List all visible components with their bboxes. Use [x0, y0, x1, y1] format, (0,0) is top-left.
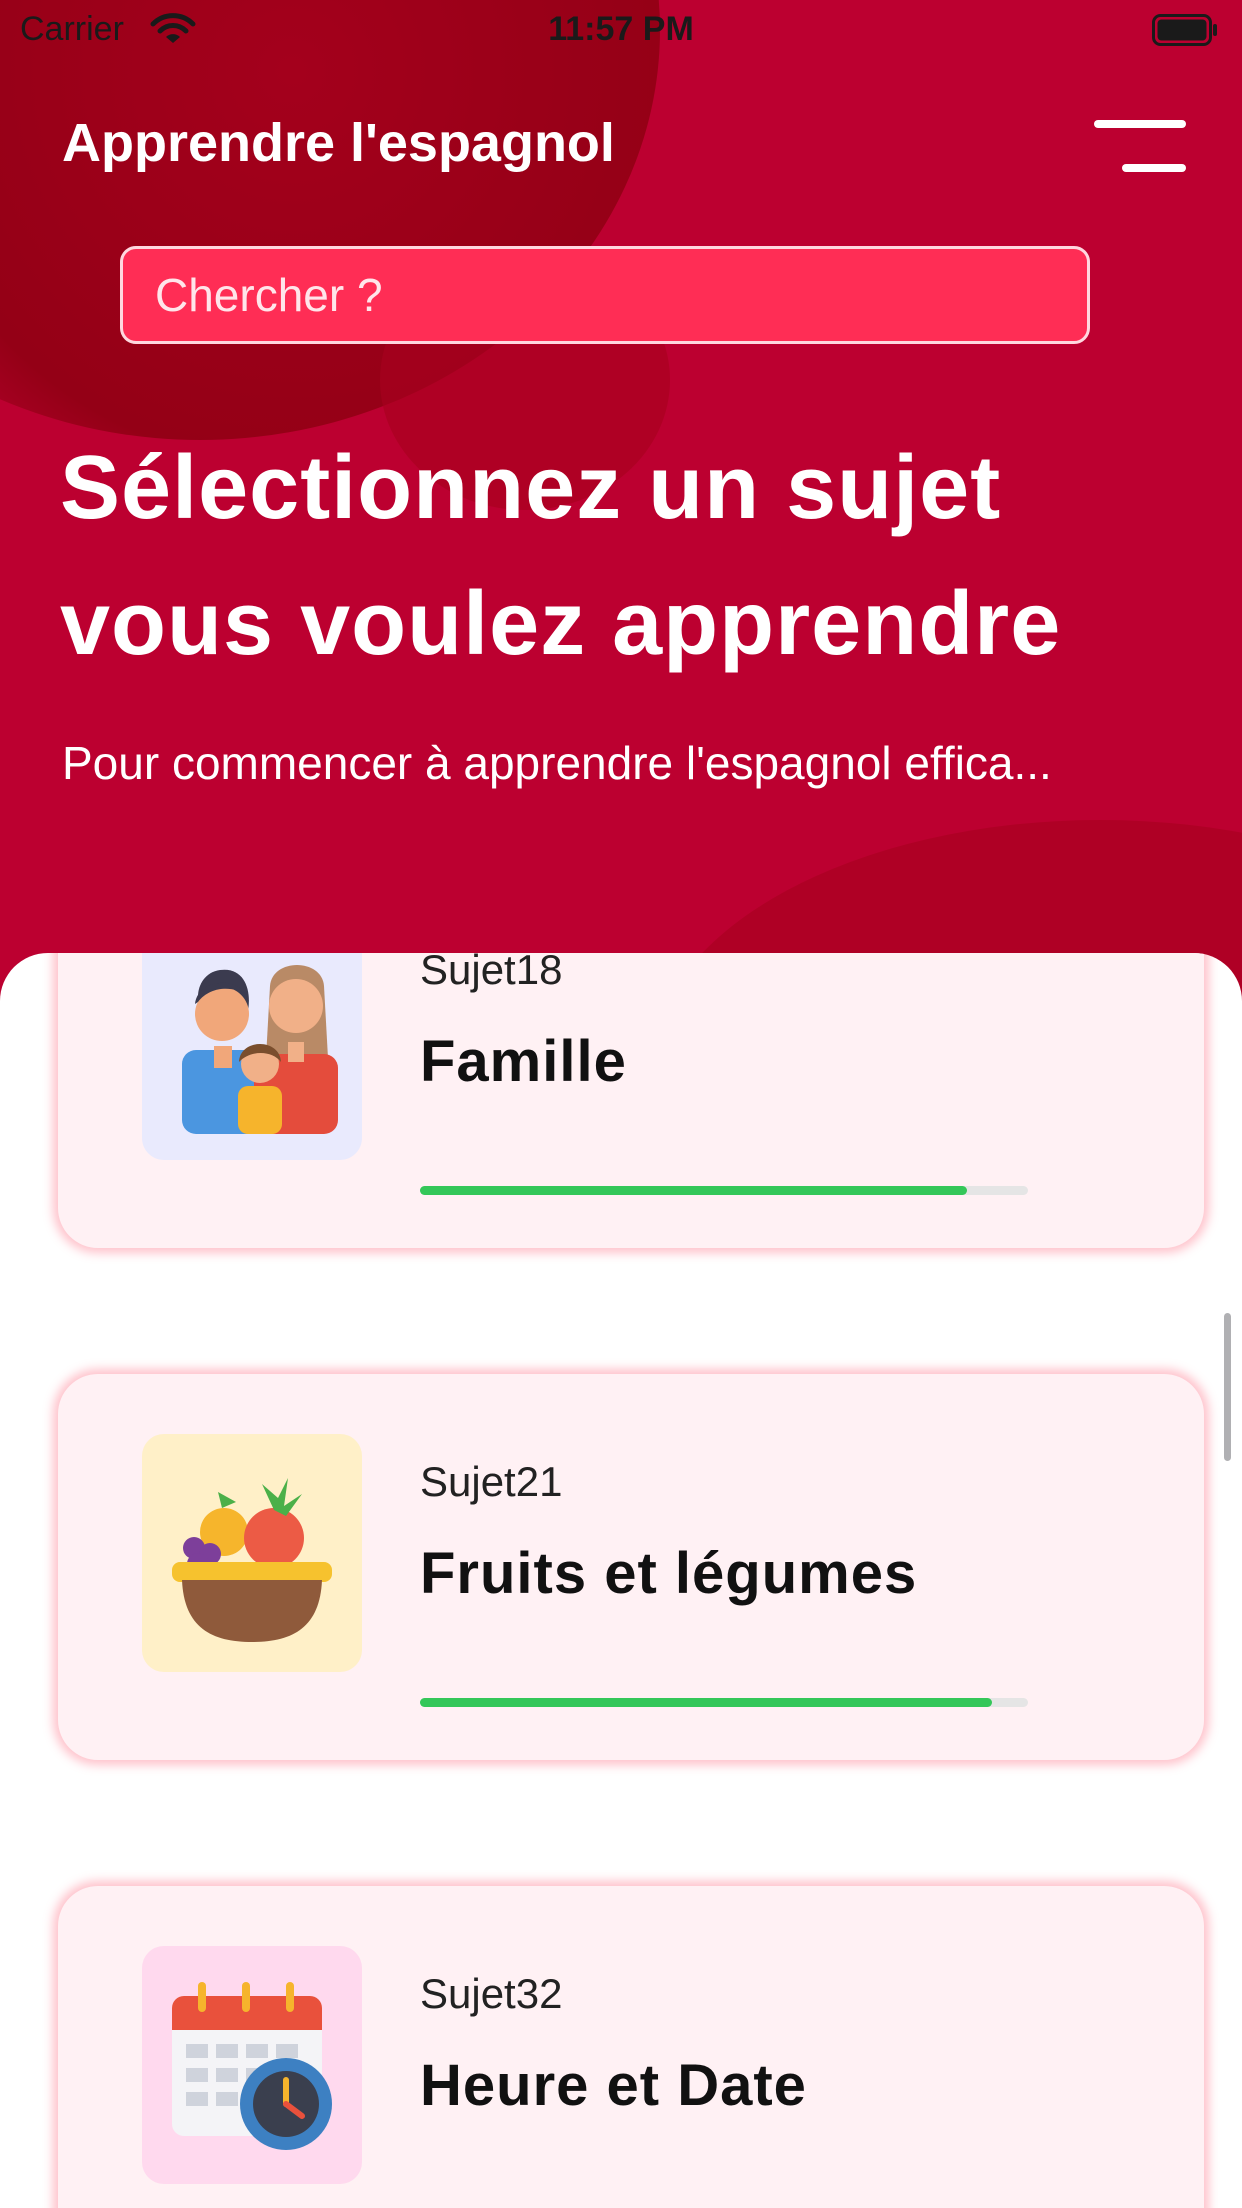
topic-card[interactable]: Sujet32 Heure et Date: [58, 1886, 1204, 2208]
app-title: Apprendre l'espagnol: [62, 113, 615, 173]
search-input[interactable]: [123, 249, 1087, 341]
headline-line: vous voulez apprendre: [60, 574, 1062, 674]
topic-list[interactable]: Sujet18 Famille Sujet21 Fruits et légume…: [0, 953, 1242, 2208]
progress-fill: [420, 1186, 968, 1195]
progress-bar: [420, 1186, 1028, 1195]
calendar-clock-icon: [172, 1982, 332, 2150]
header: Carrier 11:57 PM Apprendre l'espagnol Sé…: [0, 0, 1242, 1010]
menu-button[interactable]: [1090, 118, 1186, 178]
topic-thumbnail: [142, 1946, 362, 2184]
topic-thumbnail: [142, 953, 362, 1160]
fruit-basket-icon: [172, 1478, 332, 1642]
progress-fill: [420, 1698, 992, 1707]
page-subtitle: Pour commencer à apprendre l'espagnol ef…: [62, 737, 1052, 789]
topic-code: Sujet21: [420, 1458, 563, 1505]
scrollbar[interactable]: [1224, 1313, 1231, 1461]
search-field[interactable]: [120, 246, 1090, 344]
menu-icon: [1094, 120, 1186, 128]
clock: 11:57 PM: [548, 10, 694, 48]
topic-card[interactable]: Sujet18 Famille: [58, 953, 1204, 1248]
progress-bar: [420, 1698, 1028, 1707]
page-headline: Sélectionnez un sujet vous voulez appren…: [60, 420, 1200, 692]
topic-name: Famille: [420, 1029, 627, 1094]
topic-code: Sujet32: [420, 1970, 563, 2017]
menu-icon: [1122, 164, 1186, 172]
topic-card[interactable]: Sujet21 Fruits et légumes: [58, 1374, 1204, 1760]
family-icon: [182, 965, 338, 1134]
topic-thumbnail: [142, 1434, 362, 1672]
topic-code: Sujet18: [420, 953, 563, 993]
battery-icon: [1152, 14, 1217, 46]
topic-name: Heure et Date: [420, 2053, 807, 2118]
status-bar: Carrier 11:57 PM: [0, 0, 1242, 60]
topic-name: Fruits et légumes: [420, 1541, 918, 1606]
headline-line: Sélectionnez un sujet: [60, 438, 1002, 538]
